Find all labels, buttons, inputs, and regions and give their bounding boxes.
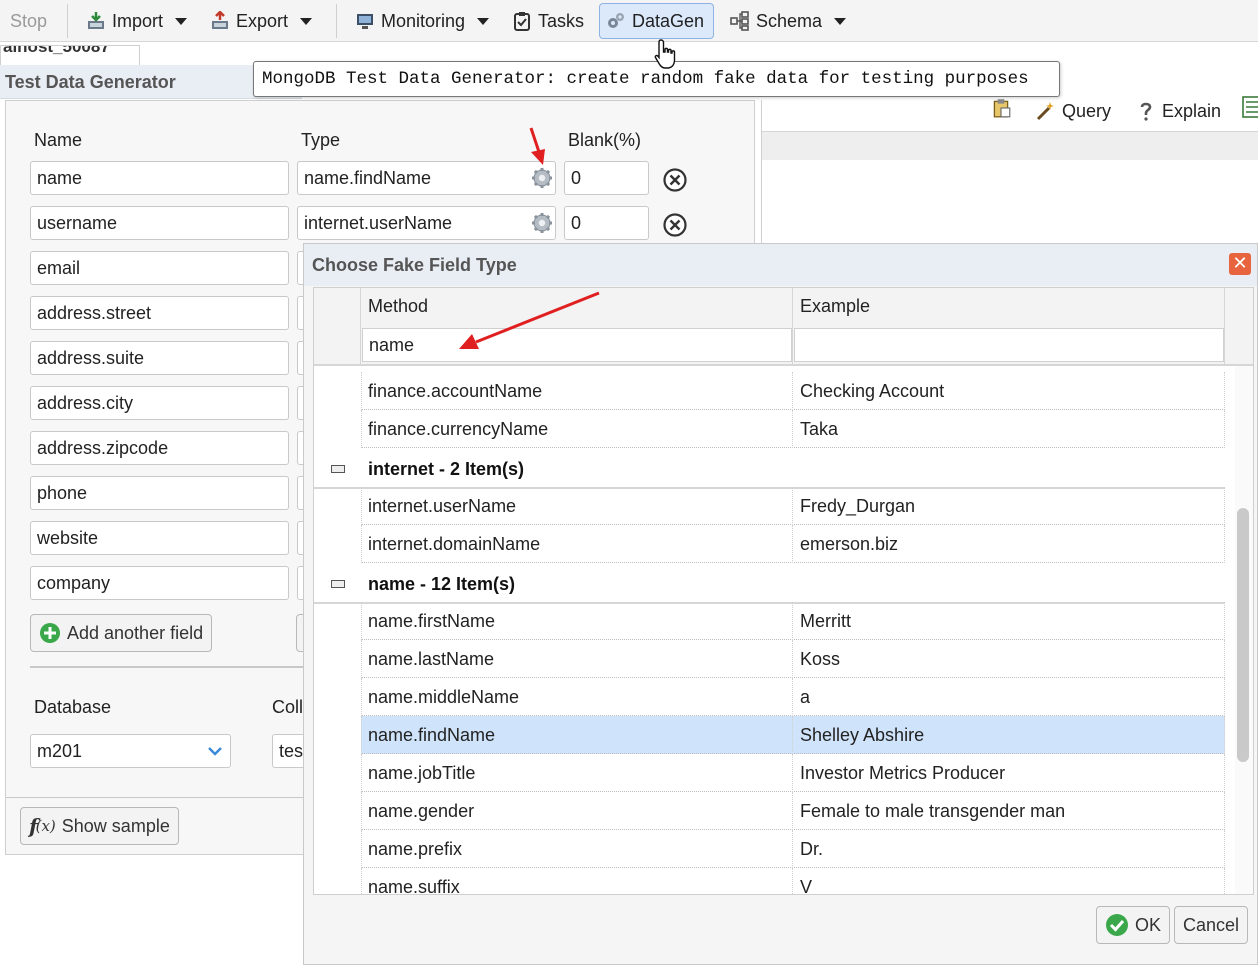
table-row-selected[interactable]: name.findName Shelley Abshire (361, 716, 1225, 754)
toolbar-separator (336, 4, 337, 38)
type-column-header: Type (301, 130, 341, 150)
chevron-down-icon (300, 17, 313, 25)
query-results-bar (762, 132, 1258, 160)
table-row[interactable]: name.firstName Merritt (361, 602, 1225, 640)
tasks-button[interactable]: Tasks (506, 3, 590, 39)
monitor-icon (357, 14, 373, 29)
table-row[interactable]: finance.currencyName Taka (361, 410, 1225, 448)
list-icon[interactable] (1242, 96, 1258, 118)
add-field-button[interactable]: Add another field (30, 614, 213, 652)
field-name-input[interactable]: name (30, 161, 289, 195)
example-filter-input[interactable] (794, 328, 1224, 362)
check-icon (1106, 914, 1128, 936)
dialog-title: Choose Fake Field Type (304, 244, 1257, 286)
field-name-input[interactable]: address.zipcode (30, 431, 289, 465)
name-column-header: Name (34, 130, 83, 150)
field-name-input[interactable]: address.suite (30, 341, 289, 375)
ok-button[interactable]: OK (1096, 906, 1171, 944)
paste-icon[interactable] (990, 97, 1012, 119)
field-type-input[interactable]: name.findName (297, 161, 556, 195)
import-button[interactable]: Import (80, 3, 193, 39)
magic-wand-icon (1036, 102, 1054, 121)
table-row[interactable]: name.gender Female to male transgender m… (361, 792, 1225, 830)
add-icon (40, 623, 60, 643)
field-name-input[interactable]: phone (30, 476, 289, 510)
query-button[interactable]: Query (1030, 93, 1117, 129)
field-name-input[interactable]: username (30, 206, 289, 240)
divider (30, 666, 310, 668)
column-divider (1224, 288, 1225, 366)
connection-tab[interactable]: alhost_50087 (0, 45, 140, 65)
close-icon[interactable]: ✕ (1229, 253, 1251, 275)
explain-button[interactable]: Explain (1130, 93, 1227, 129)
remove-field-icon[interactable] (662, 167, 688, 193)
group-header-name[interactable]: name - 12 Item(s) (314, 564, 1225, 604)
group-header-internet[interactable]: internet - 2 Item(s) (314, 449, 1225, 489)
grid-header: Method Example name (314, 288, 1253, 366)
schema-button[interactable]: Schema (724, 3, 852, 39)
table-row[interactable]: name.middleName a (361, 678, 1225, 716)
database-select[interactable]: m201 (30, 734, 231, 768)
chevron-down-icon (477, 17, 490, 25)
collection-label: Coll (272, 697, 304, 717)
main-toolbar: Stop Import Export Monitoring Tasks Data… (0, 0, 1258, 42)
collapse-icon[interactable] (331, 465, 345, 473)
table-row[interactable]: name.suffix V (361, 868, 1225, 894)
field-type-grid: Method Example name finance.accountName … (313, 287, 1254, 895)
table-row[interactable]: internet.domainName emerson.biz (361, 525, 1225, 563)
field-blank-input[interactable]: 0 (564, 206, 649, 240)
function-icon-sub: (x) (35, 817, 56, 835)
blank-column-header: Blank(%) (568, 130, 642, 150)
clipboard-icon (514, 12, 530, 31)
export-icon (212, 11, 228, 29)
field-name-input[interactable]: company (30, 566, 289, 600)
export-button[interactable]: Export (204, 3, 318, 39)
hand-cursor-icon (654, 39, 676, 69)
chevron-down-icon (175, 17, 188, 25)
gears-icon (608, 13, 624, 28)
remove-field-icon[interactable] (662, 212, 688, 238)
table-row[interactable]: name.prefix Dr. (361, 830, 1225, 868)
datagen-button[interactable]: DataGen (599, 3, 714, 39)
field-name-input[interactable]: address.city (30, 386, 289, 420)
collapse-icon[interactable] (331, 580, 345, 588)
method-filter-input[interactable]: name (362, 328, 792, 362)
stop-button[interactable]: Stop (4, 3, 53, 39)
table-row[interactable]: name.jobTitle Investor Metrics Producer (361, 754, 1225, 792)
gear-icon[interactable] (531, 167, 553, 189)
chevron-down-icon (834, 17, 847, 25)
example-column-header[interactable]: Example (800, 296, 870, 317)
query-toolbar: Query Explain (762, 96, 1258, 132)
field-type-input[interactable]: internet.userName (297, 206, 556, 240)
field-name-input[interactable]: website (30, 521, 289, 555)
table-row[interactable]: name.lastName Koss (361, 640, 1225, 678)
show-sample-button[interactable]: f (x) Show sample (20, 807, 179, 845)
choose-field-type-dialog: Choose Fake Field Type ✕ Method Example … (303, 243, 1258, 965)
toolbar-separator (67, 4, 68, 38)
table-row[interactable]: internet.userName Fredy_Durgan (361, 487, 1225, 525)
gear-icon[interactable] (531, 212, 553, 234)
field-name-input[interactable]: email (30, 251, 289, 285)
field-blank-input[interactable]: 0 (564, 161, 649, 195)
scrollbar-thumb[interactable] (1237, 508, 1249, 762)
schema-icon (730, 11, 749, 31)
monitoring-button[interactable]: Monitoring (349, 3, 495, 39)
field-name-input[interactable]: address.street (30, 296, 289, 330)
column-divider (792, 288, 793, 366)
chevron-down-icon (208, 747, 222, 756)
import-icon (88, 12, 104, 29)
table-row[interactable]: finance.accountName Checking Account (361, 372, 1225, 410)
method-column-header[interactable]: Method (368, 296, 428, 317)
divider (6, 797, 306, 798)
question-icon (1140, 102, 1152, 121)
cancel-button[interactable]: Cancel (1174, 906, 1249, 944)
database-label: Database (34, 697, 112, 717)
column-divider (360, 288, 361, 366)
